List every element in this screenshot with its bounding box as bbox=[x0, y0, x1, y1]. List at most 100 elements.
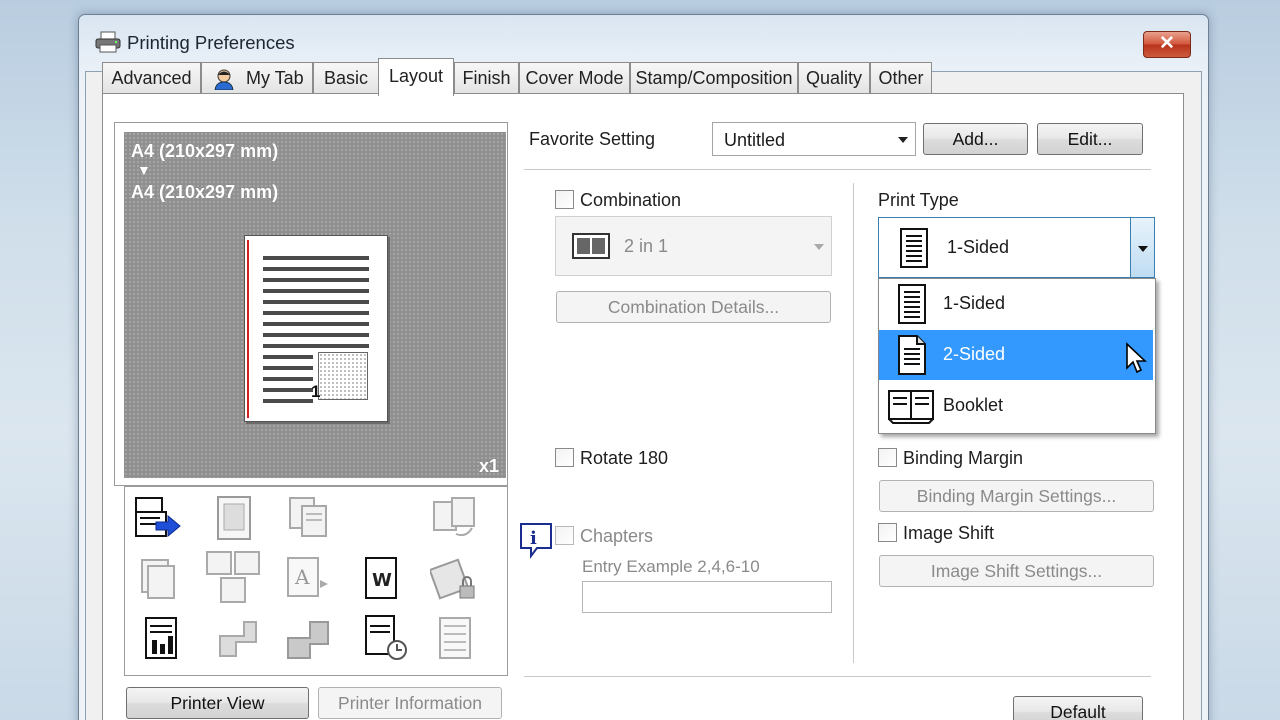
stacked-pages-icon[interactable] bbox=[138, 554, 188, 604]
dropdown-arrow-icon bbox=[1138, 246, 1148, 252]
one-sided-page-icon bbox=[898, 284, 926, 324]
separator bbox=[524, 169, 1151, 170]
separator bbox=[853, 183, 854, 663]
tab-label: Cover Mode bbox=[525, 68, 624, 88]
svg-text:A: A bbox=[294, 565, 310, 589]
chapters-entry-hint: Entry Example 2,4,6-10 bbox=[582, 557, 760, 576]
page-preview: 1 bbox=[244, 235, 388, 422]
text-line bbox=[263, 355, 313, 359]
binding-margin-checkbox[interactable] bbox=[878, 448, 897, 467]
chapters-input[interactable] bbox=[582, 581, 832, 613]
print-type-label: Print Type bbox=[878, 190, 959, 210]
mouse-cursor-icon bbox=[1126, 342, 1147, 374]
combination-value: 2 in 1 bbox=[624, 236, 669, 256]
text-line bbox=[263, 388, 313, 392]
image-shift-label: Image Shift bbox=[903, 523, 995, 543]
tab-label: Stamp/Composition bbox=[635, 68, 793, 88]
print-type-option-booklet[interactable]: Booklet bbox=[879, 381, 1153, 431]
text-line bbox=[263, 267, 369, 271]
multi-page-layout-icon[interactable] bbox=[205, 550, 263, 604]
tab-other[interactable]: Other bbox=[870, 62, 932, 94]
chapters-checkbox[interactable] bbox=[555, 526, 574, 545]
text-line bbox=[263, 344, 369, 348]
svg-text:i: i bbox=[530, 528, 537, 549]
print-type-option-2-sided[interactable]: 2-Sided bbox=[879, 330, 1153, 380]
combination-details-button[interactable]: Combination Details... bbox=[556, 291, 831, 323]
printer-information-button[interactable]: Printer Information bbox=[318, 687, 502, 719]
booklet-icon bbox=[888, 390, 934, 424]
binding-margin-line bbox=[247, 240, 249, 418]
text-line bbox=[263, 377, 313, 381]
tab-label: Finish bbox=[462, 68, 511, 88]
text-line bbox=[263, 256, 369, 260]
tab-basic[interactable]: Basic bbox=[313, 62, 379, 94]
tab-quality[interactable]: Quality bbox=[798, 62, 870, 94]
date-time-stamp-icon[interactable] bbox=[360, 612, 410, 662]
text-line bbox=[263, 300, 369, 304]
rotate-pages-icon[interactable] bbox=[430, 494, 480, 544]
combination-checkbox[interactable] bbox=[555, 190, 574, 209]
print-type-dropdown-button[interactable] bbox=[1130, 218, 1154, 277]
dropdown-arrow-icon bbox=[898, 137, 908, 143]
separator bbox=[524, 676, 1151, 677]
image-shift-settings-button[interactable]: Image Shift Settings... bbox=[879, 555, 1154, 587]
overlay-pages-icon[interactable] bbox=[284, 614, 334, 664]
info-icon[interactable]: i bbox=[518, 521, 554, 559]
printer-view-button[interactable]: Printer View bbox=[126, 687, 309, 719]
print-type-select[interactable]: 1-Sided bbox=[878, 217, 1155, 278]
option-label: 2-Sided bbox=[943, 344, 1006, 364]
printer-icon bbox=[95, 31, 121, 53]
copy-pages-icon[interactable] bbox=[284, 494, 334, 544]
person-icon bbox=[214, 69, 234, 90]
svg-text:W: W bbox=[372, 570, 392, 591]
close-button[interactable]: ✕ bbox=[1143, 31, 1191, 58]
poster-icon[interactable] bbox=[210, 494, 260, 544]
header-footer-icon[interactable] bbox=[432, 614, 482, 664]
favorite-setting-value: Untitled bbox=[724, 130, 786, 150]
report-page-icon[interactable] bbox=[138, 614, 188, 664]
two-in-one-icon bbox=[572, 233, 610, 259]
printer-direct-icon[interactable] bbox=[134, 494, 184, 544]
tab-label: Other bbox=[878, 68, 924, 88]
output-paper-size: A4 (210x297 mm) bbox=[131, 182, 279, 202]
one-sided-page-icon bbox=[900, 228, 928, 268]
binding-margin-settings-button[interactable]: Binding Margin Settings... bbox=[879, 480, 1154, 512]
combination-select[interactable]: 2 in 1 bbox=[555, 216, 832, 276]
rotate-180-checkbox[interactable] bbox=[555, 448, 574, 467]
copies-count: x1 bbox=[479, 456, 500, 476]
image-shift-checkbox[interactable] bbox=[878, 523, 897, 542]
text-line bbox=[263, 278, 369, 282]
text-line bbox=[263, 322, 369, 326]
text-line bbox=[263, 366, 313, 370]
tab-cover-mode[interactable]: Cover Mode bbox=[519, 62, 630, 94]
favorite-setting-label: Favorite Setting bbox=[529, 129, 656, 149]
tab-label: Quality bbox=[805, 68, 863, 88]
tab-stamp-composition[interactable]: Stamp/Composition bbox=[630, 62, 798, 94]
tab-advanced[interactable]: Advanced bbox=[102, 62, 201, 94]
tab-finish[interactable]: Finish bbox=[454, 62, 519, 94]
two-sided-page-icon bbox=[898, 335, 926, 375]
print-type-option-1-sided[interactable]: 1-Sided bbox=[879, 279, 1153, 329]
edit-favorite-button[interactable]: Edit... bbox=[1037, 123, 1143, 155]
text-line bbox=[263, 289, 369, 293]
font-substitution-icon[interactable]: A bbox=[284, 554, 334, 604]
dropdown-arrow-icon bbox=[814, 244, 824, 250]
print-type-value: 1-Sided bbox=[947, 237, 1010, 257]
default-button[interactable]: Default bbox=[1013, 696, 1143, 720]
text-line bbox=[263, 399, 313, 403]
rotate-180-label: Rotate 180 bbox=[580, 448, 669, 468]
stamp-preview bbox=[318, 352, 368, 400]
speech-pages-icon[interactable] bbox=[212, 614, 262, 664]
favorite-setting-select[interactable]: Untitled bbox=[712, 122, 916, 156]
binding-margin-label: Binding Margin bbox=[903, 448, 1024, 468]
text-line bbox=[263, 311, 369, 315]
secure-overlay-icon[interactable] bbox=[430, 554, 480, 604]
original-paper-size: A4 (210x297 mm) bbox=[131, 141, 279, 161]
watermark-icon[interactable]: W bbox=[358, 554, 408, 604]
window-title: Printing Preferences bbox=[127, 32, 295, 53]
tab-label: Layout bbox=[388, 66, 444, 86]
tab-layout[interactable]: Layout bbox=[378, 58, 454, 96]
tab-my-tab[interactable]: My Tab bbox=[201, 62, 313, 94]
add-favorite-button[interactable]: Add... bbox=[923, 123, 1028, 155]
tab-label: Basic bbox=[323, 68, 368, 88]
